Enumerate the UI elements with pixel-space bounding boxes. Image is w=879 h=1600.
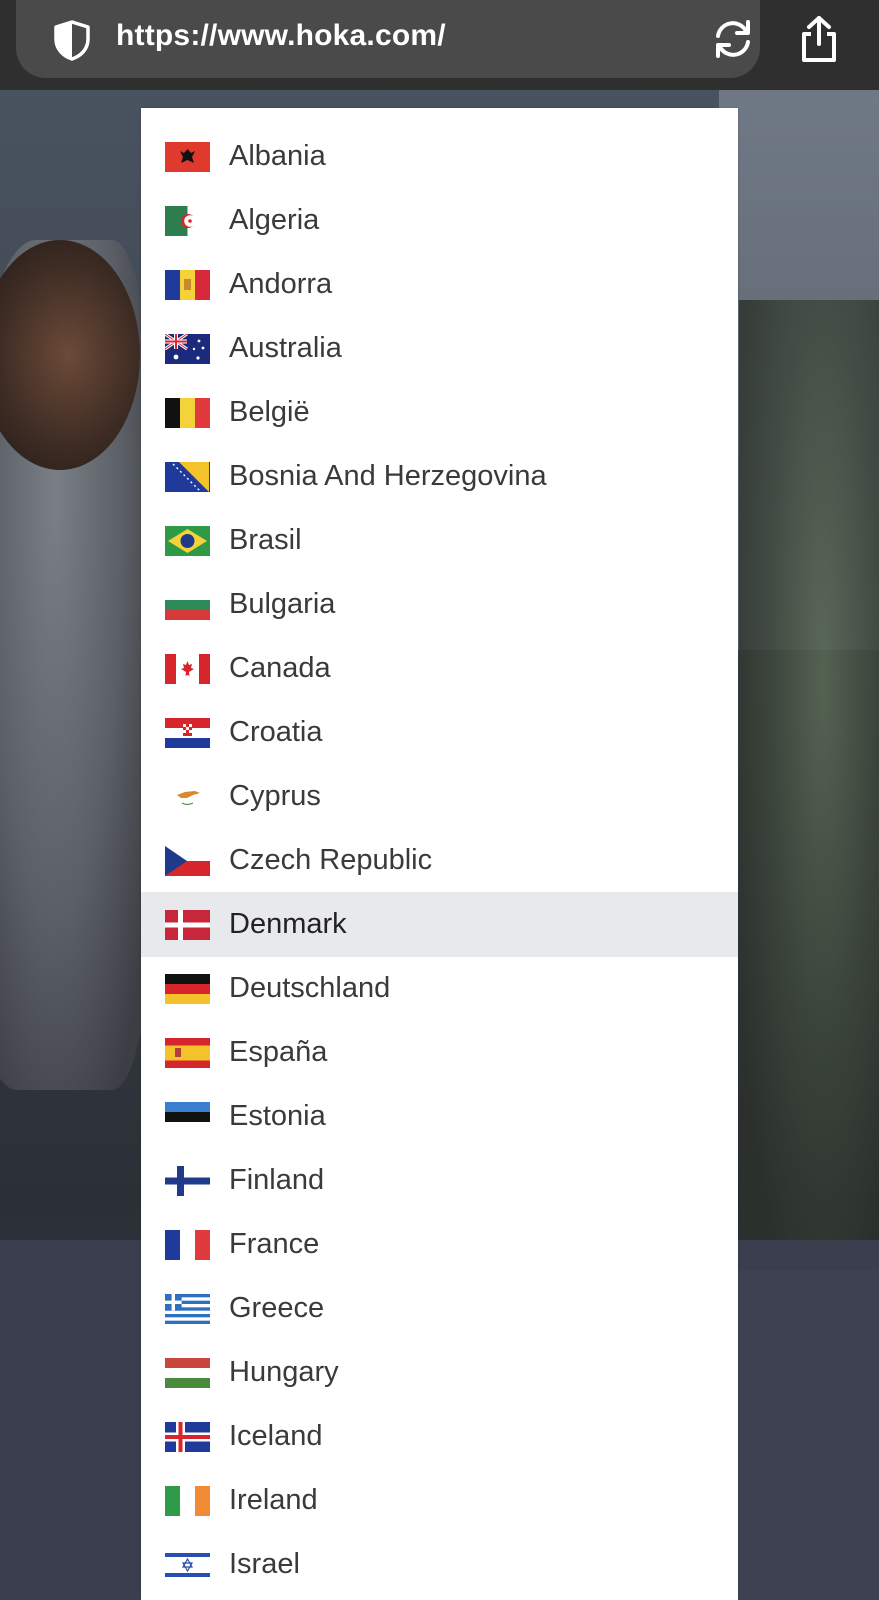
croatia-flag-icon bbox=[165, 717, 210, 748]
country-label: Brasil bbox=[229, 524, 302, 556]
country-label: Bosnia And Herzegovina bbox=[229, 460, 547, 492]
country-label: Greece bbox=[229, 1292, 325, 1324]
ireland-flag-icon bbox=[165, 1485, 210, 1516]
country-option-deutschland[interactable]: Deutschland bbox=[141, 956, 738, 1021]
bosnia-flag-icon bbox=[165, 461, 210, 492]
cyprus-flag-icon bbox=[165, 781, 210, 812]
country-option-espana[interactable]: España bbox=[141, 1020, 738, 1085]
country-label: Ireland bbox=[229, 1484, 318, 1516]
url-text: https://www.hoka.com/ bbox=[116, 19, 446, 52]
browser-address-bar: https://www.hoka.com/ bbox=[0, 0, 879, 90]
share-icon[interactable] bbox=[796, 14, 842, 64]
country-option-bulgaria[interactable]: Bulgaria bbox=[141, 572, 738, 637]
country-label: Iceland bbox=[229, 1420, 323, 1452]
belgium-flag-icon bbox=[165, 397, 210, 428]
country-label: Czech Republic bbox=[229, 844, 433, 876]
bulgaria-flag-icon bbox=[165, 589, 210, 620]
country-option-estonia[interactable]: Estonia bbox=[141, 1084, 738, 1149]
country-label: België bbox=[229, 396, 310, 428]
germany-flag-icon bbox=[165, 973, 210, 1004]
country-label: Albania bbox=[229, 140, 326, 172]
country-label: Hungary bbox=[229, 1356, 339, 1388]
country-label: Finland bbox=[229, 1164, 325, 1196]
country-label: Cyprus bbox=[229, 780, 321, 812]
country-option-czech-republic[interactable]: Czech Republic bbox=[141, 828, 738, 893]
country-label: Croatia bbox=[229, 716, 323, 748]
country-option-denmark[interactable]: Denmark bbox=[141, 892, 738, 957]
country-option-albania[interactable]: Albania bbox=[141, 124, 738, 189]
shield-icon[interactable] bbox=[50, 18, 94, 62]
country-dropdown-list[interactable]: Albania Algeria Andorra Australia België… bbox=[141, 108, 738, 1600]
albania-flag-icon bbox=[165, 141, 210, 172]
andorra-flag-icon bbox=[165, 269, 210, 300]
greece-flag-icon bbox=[165, 1293, 210, 1324]
reload-icon[interactable] bbox=[710, 16, 756, 62]
country-option-andorra[interactable]: Andorra bbox=[141, 252, 738, 317]
france-flag-icon bbox=[165, 1229, 210, 1260]
country-label: Estonia bbox=[229, 1100, 326, 1132]
country-option-belgie[interactable]: België bbox=[141, 380, 738, 445]
spain-flag-icon bbox=[165, 1037, 210, 1068]
country-option-bosnia-and-herzegovina[interactable]: Bosnia And Herzegovina bbox=[141, 444, 738, 509]
country-option-croatia[interactable]: Croatia bbox=[141, 700, 738, 765]
country-label: Canada bbox=[229, 652, 331, 684]
background-trees bbox=[739, 300, 879, 1260]
country-label: España bbox=[229, 1036, 328, 1068]
country-option-israel[interactable]: Israel bbox=[141, 1532, 738, 1597]
country-label: Bulgaria bbox=[229, 588, 336, 620]
country-label: France bbox=[229, 1228, 320, 1260]
czech-flag-icon bbox=[165, 845, 210, 876]
background-road-right bbox=[737, 1270, 879, 1600]
country-option-france[interactable]: France bbox=[141, 1212, 738, 1277]
finland-flag-icon bbox=[165, 1165, 210, 1196]
estonia-flag-icon bbox=[165, 1101, 210, 1132]
brazil-flag-icon bbox=[165, 525, 210, 556]
country-option-brasil[interactable]: Brasil bbox=[141, 508, 738, 573]
country-option-iceland[interactable]: Iceland bbox=[141, 1404, 738, 1469]
country-option-algeria[interactable]: Algeria bbox=[141, 188, 738, 253]
country-option-australia[interactable]: Australia bbox=[141, 316, 738, 381]
country-label: Denmark bbox=[229, 908, 347, 940]
country-option-greece[interactable]: Greece bbox=[141, 1276, 738, 1341]
denmark-flag-icon bbox=[165, 909, 210, 940]
country-option-cyprus[interactable]: Cyprus bbox=[141, 764, 738, 829]
country-label: Deutschland bbox=[229, 972, 391, 1004]
url-field[interactable]: https://www.hoka.com/ bbox=[16, 0, 760, 78]
australia-flag-icon bbox=[165, 333, 210, 364]
country-option-finland[interactable]: Finland bbox=[141, 1148, 738, 1213]
iceland-flag-icon bbox=[165, 1421, 210, 1452]
country-label: Israel bbox=[229, 1548, 300, 1580]
canada-flag-icon bbox=[165, 653, 210, 684]
country-option-ireland[interactable]: Ireland bbox=[141, 1468, 738, 1533]
country-option-canada[interactable]: Canada bbox=[141, 636, 738, 701]
country-option-hungary[interactable]: Hungary bbox=[141, 1340, 738, 1405]
israel-flag-icon bbox=[165, 1549, 210, 1580]
hungary-flag-icon bbox=[165, 1357, 210, 1388]
country-label: Algeria bbox=[229, 204, 320, 236]
country-label: Australia bbox=[229, 332, 342, 364]
country-label: Andorra bbox=[229, 268, 333, 300]
algeria-flag-icon bbox=[165, 205, 210, 236]
